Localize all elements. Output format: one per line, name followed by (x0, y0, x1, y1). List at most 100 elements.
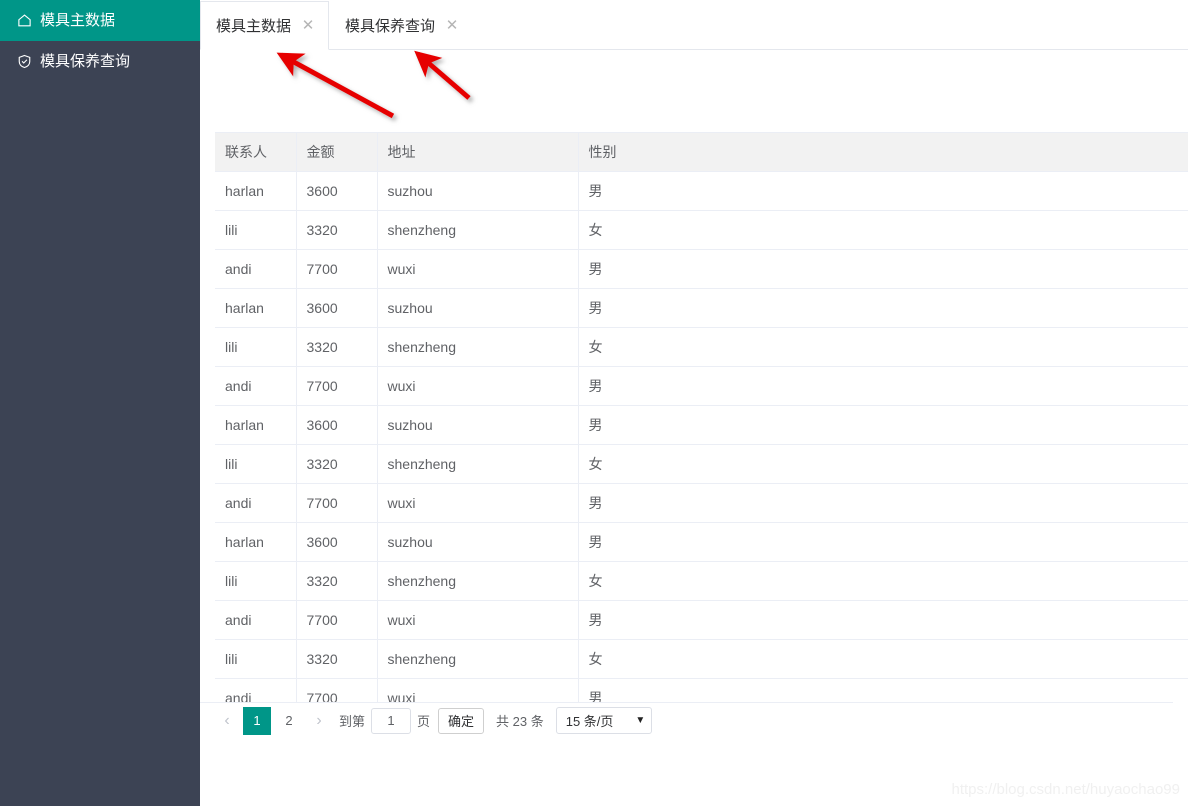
cell-gender: 男 (578, 678, 1188, 702)
table-row[interactable]: harlan 3600 suzhou 男 (215, 171, 1188, 211)
cell-amount: 3320 (296, 210, 378, 250)
page-jump-input[interactable] (371, 707, 412, 734)
table-row[interactable]: lili 3320 shenzheng 女 (215, 210, 1188, 250)
table-row[interactable]: lili 3320 shenzheng 女 (215, 327, 1188, 367)
cell-amount: 3600 (296, 171, 378, 211)
table-row[interactable]: andi 7700 wuxi 男 (215, 678, 1188, 702)
cell-gender: 男 (578, 249, 1188, 289)
cell-contact: lili (215, 210, 297, 250)
cell-amount: 3600 (296, 522, 378, 562)
cell-address: shenzheng (377, 639, 579, 679)
pagination-page-2[interactable]: 2 (275, 707, 303, 735)
table-row[interactable]: harlan 3600 suzhou 男 (215, 288, 1188, 328)
cell-address: wuxi (377, 249, 579, 289)
table-row[interactable]: lili 3320 shenzheng 女 (215, 561, 1188, 601)
table-row[interactable]: lili 3320 shenzheng 女 (215, 444, 1188, 484)
cell-contact: andi (215, 249, 297, 289)
cell-address: shenzheng (377, 327, 579, 367)
cell-amount: 3600 (296, 288, 378, 328)
app-root: 模具主数据 模具保养查询 模具主数据 ✕ 模具保养查询 ✕ 联系人 金额 地址 … (0, 0, 1188, 806)
cell-amount: 3320 (296, 639, 378, 679)
page-size-value: 15 条/页 (565, 714, 614, 729)
table-row[interactable]: andi 7700 wuxi 男 (215, 483, 1188, 523)
cell-address: wuxi (377, 678, 579, 702)
cell-address: suzhou (377, 405, 579, 445)
shield-check-icon (15, 53, 33, 71)
cell-address: wuxi (377, 366, 579, 406)
cell-gender: 女 (578, 639, 1188, 679)
pagination-prev-icon[interactable]: ‹ (213, 707, 241, 735)
pagination-bar: ‹ 1 2 › 到第 页 确定 共 23 条 15 条/页 ▼ (200, 702, 1173, 738)
cell-gender: 男 (578, 522, 1188, 562)
cell-gender: 女 (578, 327, 1188, 367)
jump-suffix-label: 页 (417, 714, 431, 729)
cell-contact: andi (215, 600, 297, 640)
cell-gender: 男 (578, 405, 1188, 445)
cell-gender: 男 (578, 171, 1188, 211)
table-row[interactable]: harlan 3600 suzhou 男 (215, 522, 1188, 562)
pagination-page-1[interactable]: 1 (243, 706, 271, 735)
column-header-address[interactable]: 地址 (377, 133, 579, 172)
table-row[interactable]: lili 3320 shenzheng 女 (215, 639, 1188, 679)
close-icon[interactable]: ✕ (301, 18, 315, 33)
cell-amount: 7700 (296, 483, 378, 523)
column-header-contact[interactable]: 联系人 (215, 133, 297, 172)
cell-address: suzhou (377, 522, 579, 562)
total-count-label: 共 23 条 (496, 714, 544, 729)
confirm-button[interactable]: 确定 (438, 707, 485, 734)
main-content: 模具主数据 ✕ 模具保养查询 ✕ 联系人 金额 地址 性别 harlan 360… (200, 0, 1188, 806)
cell-contact: andi (215, 678, 297, 702)
cell-amount: 7700 (296, 249, 378, 289)
jump-prefix-label: 到第 (339, 714, 366, 729)
table-row[interactable]: andi 7700 wuxi 男 (215, 249, 1188, 289)
cell-contact: lili (215, 561, 297, 601)
table-header: 联系人 金额 地址 性别 (215, 133, 1188, 172)
cell-address: wuxi (377, 600, 579, 640)
cell-contact: andi (215, 366, 297, 406)
pagination-next-icon[interactable]: › (305, 707, 333, 735)
close-icon[interactable]: ✕ (445, 18, 459, 33)
column-header-amount[interactable]: 金额 (296, 133, 378, 172)
sidebar-item-mold-maintenance-query[interactable]: 模具保养查询 (0, 41, 200, 82)
cell-gender: 男 (578, 600, 1188, 640)
column-header-gender[interactable]: 性别 (578, 133, 1188, 172)
cell-amount: 3600 (296, 405, 378, 445)
chevron-down-icon: ▼ (635, 715, 646, 726)
tab-mold-maintenance-query[interactable]: 模具保养查询 ✕ (329, 0, 474, 49)
data-table: 联系人 金额 地址 性别 harlan 3600 suzhou 男 lili 3320 sh… (215, 133, 1188, 702)
table-row[interactable]: andi 7700 wuxi 男 (215, 366, 1188, 406)
cell-contact: lili (215, 444, 297, 484)
table-header-row: 联系人 金额 地址 性别 (215, 133, 1188, 172)
cell-amount: 3320 (296, 327, 378, 367)
cell-address: shenzheng (377, 210, 579, 250)
cell-gender: 男 (578, 366, 1188, 406)
cell-gender: 男 (578, 288, 1188, 328)
sidebar: 模具主数据 模具保养查询 (0, 0, 200, 806)
cell-address: shenzheng (377, 561, 579, 601)
cell-amount: 3320 (296, 561, 378, 601)
cell-amount: 3320 (296, 444, 378, 484)
tab-mold-master-data[interactable]: 模具主数据 ✕ (200, 1, 330, 50)
table-body: harlan 3600 suzhou 男 lili 3320 shenzheng 女 andi 7… (215, 171, 1188, 702)
table-row[interactable]: harlan 3600 suzhou 男 (215, 405, 1188, 445)
cell-amount: 7700 (296, 600, 378, 640)
watermark-text: https://blog.csdn.net/huyaochao99 (951, 781, 1180, 798)
cell-contact: andi (215, 483, 297, 523)
cell-address: wuxi (377, 483, 579, 523)
cell-address: suzhou (377, 288, 579, 328)
cell-address: suzhou (377, 171, 579, 211)
page-size-select[interactable]: 15 条/页 ▼ (555, 707, 653, 734)
cell-address: shenzheng (377, 444, 579, 484)
cell-contact: harlan (215, 171, 297, 211)
table-row[interactable]: andi 7700 wuxi 男 (215, 600, 1188, 640)
cell-gender: 女 (578, 210, 1188, 250)
cell-contact: harlan (215, 288, 297, 328)
cell-contact: harlan (215, 522, 297, 562)
cell-contact: harlan (215, 405, 297, 445)
sidebar-item-mold-master-data[interactable]: 模具主数据 (0, 0, 200, 41)
sidebar-item-label: 模具保养查询 (40, 52, 131, 70)
tab-label: 模具保养查询 (345, 17, 436, 35)
data-table-container[interactable]: 联系人 金额 地址 性别 harlan 3600 suzhou 男 lili 3320 sh… (215, 132, 1188, 702)
cell-gender: 男 (578, 483, 1188, 523)
tab-bar: 模具主数据 ✕ 模具保养查询 ✕ (200, 0, 1188, 50)
